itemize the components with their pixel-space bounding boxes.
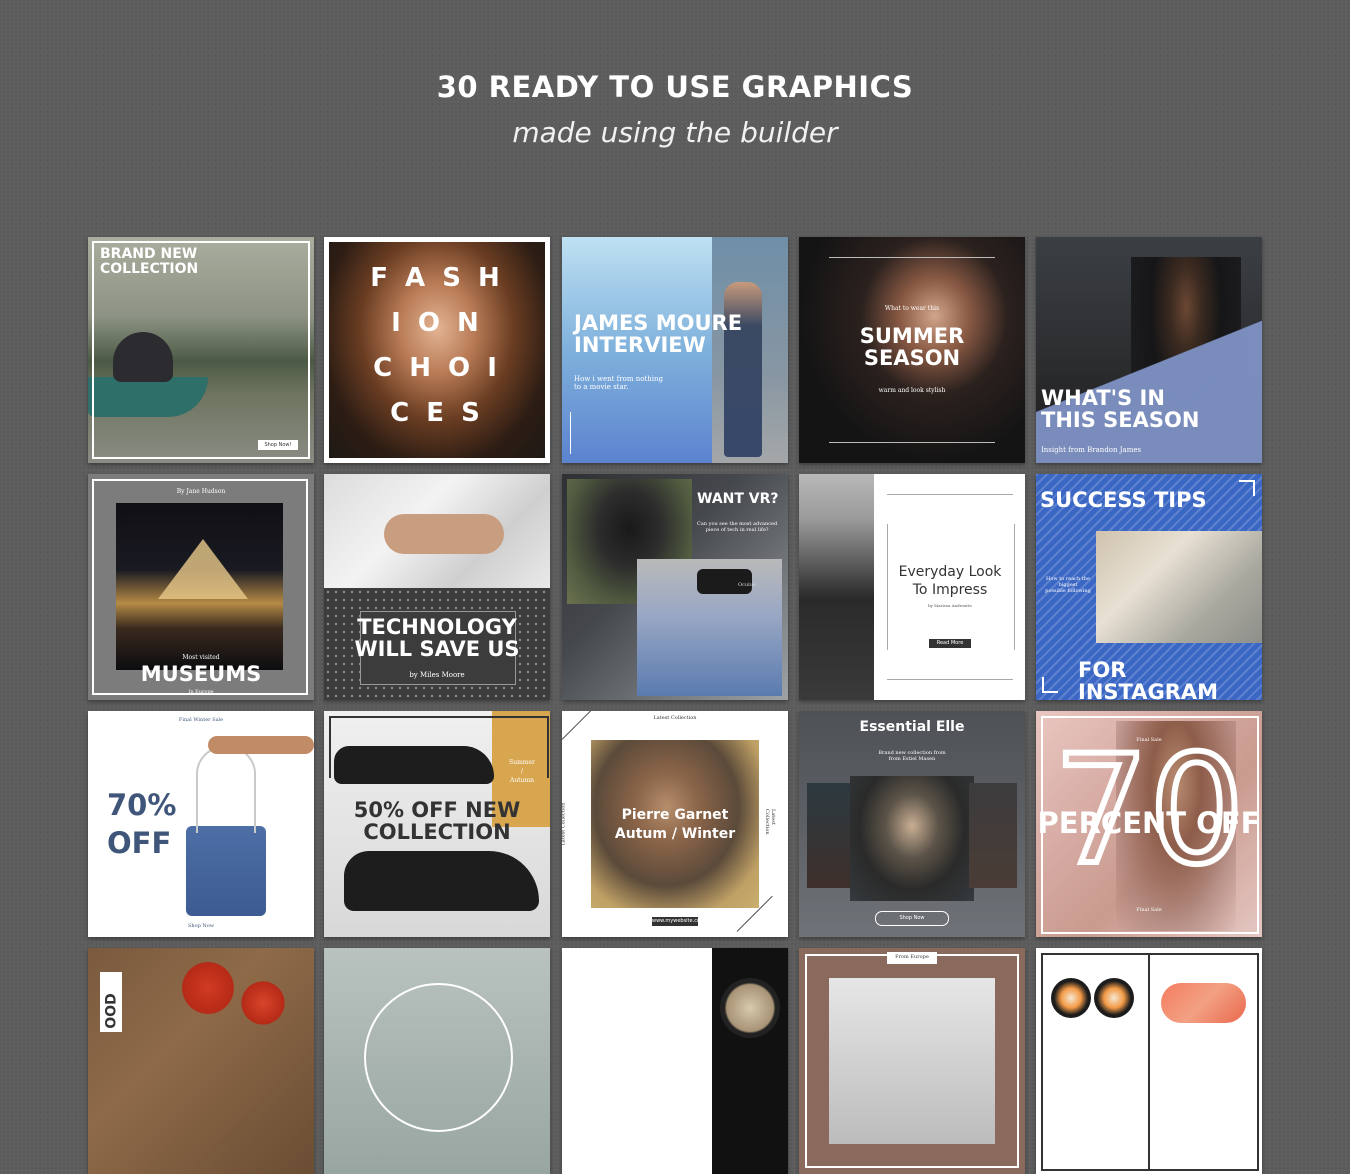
tile-caption: Insight from Brandon James [1041, 446, 1142, 454]
website-button[interactable]: www.mywebsite.com [652, 917, 705, 926]
tile-kicker: Final Sale [1136, 737, 1162, 743]
sushi-photo [1094, 978, 1134, 1018]
tile-caption: warm and look stylish [878, 387, 946, 394]
corner-top-right [1239, 480, 1255, 496]
tile-headline: WHAT'S IN THIS SEASON [1041, 386, 1200, 433]
tile-headline: Pierre Garnet Autum / Winter [614, 807, 736, 842]
tile-headline-bottom: FOR INSTAGRAM [1078, 658, 1219, 700]
side-photo-left [807, 783, 855, 888]
person-phone-photo [1096, 531, 1262, 643]
side-label-right: Latest Collection [764, 809, 776, 835]
handbag-photo [186, 826, 266, 916]
oculus-label: Oculus [738, 582, 756, 588]
tile-headline: SUMMER SEASON [859, 324, 965, 371]
corner-bottom-left [1042, 677, 1058, 693]
divider-line [1148, 953, 1150, 1171]
tile-caption: How i went from nothing to a movie star. [574, 375, 663, 391]
tile-headline: 70% OFF [107, 788, 177, 860]
tile-letters: F A S H I O N C H O I C E S [324, 263, 550, 445]
tile-headline: Essential Elle [859, 719, 965, 735]
header: 30 READY TO USE GRAPHICS made using the … [0, 70, 1350, 149]
tile-food[interactable]: OOD [88, 948, 314, 1174]
tile-footer: Final Sale [1136, 907, 1162, 913]
tile-from-europe[interactable]: From Europe [799, 948, 1025, 1174]
tile-sushi[interactable] [1036, 948, 1262, 1174]
tile-headline: TECHNOLOGY WILL SAVE US [354, 615, 520, 662]
tile-kicker: Most visited [182, 654, 220, 661]
tile-technology[interactable]: TECHNOLOGY WILL SAVE US by Miles Moore [324, 474, 550, 700]
side-label: OOD [103, 993, 120, 1029]
tile-byline: By Jane Hudson [176, 488, 226, 495]
tile-caption: How to reach the biggest possible follow… [1045, 576, 1091, 594]
tile-headline: BRAND NEW COLLECTION [100, 246, 199, 277]
tile-salad[interactable] [324, 948, 550, 1174]
shop-now-button[interactable]: Shop Now! [258, 440, 298, 450]
frame-bottom [887, 679, 1013, 680]
tile-headline: WANT VR? [697, 491, 779, 507]
letter-row: C E S [390, 398, 484, 428]
tile-kicker: Final Winter Sale [178, 717, 224, 723]
tile-headline: 50% OFF NEW COLLECTION [353, 798, 521, 845]
tile-50-off-shoes[interactable]: Summer / Autumn 50% OFF NEW COLLECTION [324, 711, 550, 937]
tile-headline: JAMES MOURE INTERVIEW [574, 311, 743, 358]
letter-row: F A S H [370, 263, 504, 293]
tile-bowl[interactable] [562, 948, 788, 1174]
tile-caption: Can you see the most advanced piece of t… [697, 521, 778, 533]
tile-footer: Shop Now [187, 923, 215, 929]
tile-fashion-choices[interactable]: F A S H I O N C H O I C E S [324, 237, 550, 463]
tile-museums[interactable]: By Jane Hudson Most visited MUSEUMS In E… [88, 474, 314, 700]
hand-photo [208, 736, 314, 754]
frame-top [829, 257, 995, 258]
letter-row: I O N [391, 308, 483, 338]
page-title: 30 READY TO USE GRAPHICS [436, 70, 914, 104]
tile-brand-new-collection[interactable]: BRAND NEW COLLECTION Shop Now! [88, 237, 314, 463]
tomato-photo [178, 958, 238, 1018]
tile-success-tips[interactable]: SUCCESS TIPS How to reach the biggest po… [1036, 474, 1262, 700]
frame-top [887, 494, 1013, 495]
tile-headline: PERCENT OFF [1037, 806, 1261, 840]
salmon-photo [1161, 983, 1246, 1023]
tile-whats-in-this-season[interactable]: WHAT'S IN THIS SEASON Insight from Brand… [1036, 237, 1262, 463]
tile-caption: In Europe [188, 689, 214, 695]
tile-pierre-garnet[interactable]: Latest Collection Pierre Garnet Autum / … [562, 711, 788, 937]
tile-side-text: Summer / Autumn [509, 759, 535, 784]
tile-caption: Brand new collection from from Estiel Ma… [878, 750, 946, 762]
shoe-photo [344, 851, 539, 911]
side-photo-right [969, 783, 1017, 888]
tile-percent-off[interactable]: 70 Final Sale PERCENT OFF Final Sale [1036, 711, 1262, 937]
hand-photo [384, 514, 504, 554]
page-subtitle: made using the builder [512, 116, 838, 149]
letter-row: C H O I [373, 353, 501, 383]
pyramid-shape [158, 539, 248, 599]
tile-want-vr[interactable]: Oculus WANT VR? Can you see the most adv… [562, 474, 788, 700]
sushi-photo [1051, 978, 1091, 1018]
tile-byline: by Miles Moore [409, 671, 465, 679]
frame-line [570, 412, 571, 454]
tomato-photo [238, 978, 288, 1028]
shop-now-button[interactable]: Shop Now [875, 911, 949, 926]
tile-headline-top: SUCCESS TIPS [1040, 488, 1207, 512]
plate-outline [364, 983, 513, 1132]
tile-james-moure-interview[interactable]: JAMES MOURE INTERVIEW How i went from no… [562, 237, 788, 463]
man-photo [724, 282, 762, 457]
side-label-left: Latest Collection [562, 802, 567, 846]
tile-kicker: From Europe [895, 954, 929, 960]
read-more-button[interactable]: Read More [929, 639, 971, 648]
woman-photo [799, 474, 874, 700]
tile-70-off-bag[interactable]: Final Winter Sale 70% OFF Shop Now [88, 711, 314, 937]
shoe-photo [334, 746, 494, 784]
interior-photo [829, 978, 995, 1144]
tile-byline: by Marissa Andreatte [928, 603, 972, 608]
tile-headline: Everyday Look To Impress [898, 564, 1002, 599]
tile-everyday-look[interactable]: Everyday Look To Impress by Marissa Andr… [799, 474, 1025, 700]
tile-essential-elle[interactable]: Essential Elle Brand new collection from… [799, 711, 1025, 937]
nuts-photo [720, 978, 780, 1038]
bag-handle [196, 746, 256, 833]
tile-summer-season[interactable]: What to wear this SUMMER SEASON warm and… [799, 237, 1025, 463]
center-photo [850, 776, 974, 901]
tile-kicker: What to wear this [884, 305, 940, 312]
frame-bottom [829, 442, 995, 443]
tile-kicker: Latest Collection [653, 715, 697, 721]
tile-headline: MUSEUMS [140, 662, 262, 686]
